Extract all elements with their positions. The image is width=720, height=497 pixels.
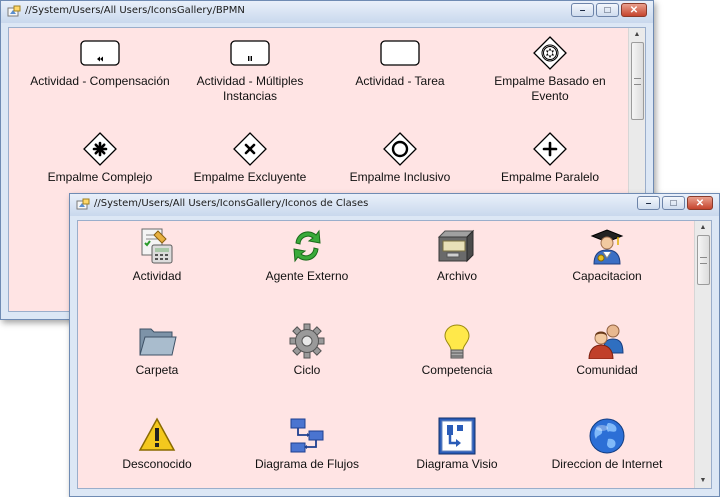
item-label: Actividad - Compensación (30, 74, 170, 88)
task-activity-icon (380, 40, 420, 66)
item-label: Empalme Inclusivo (349, 170, 451, 184)
folder-icon (139, 328, 177, 356)
activity-icon (141, 228, 173, 264)
inclusive-gateway-icon (383, 132, 417, 166)
item-label: Archivo (436, 269, 477, 283)
gallery-item[interactable]: Empalme Paralelo (475, 132, 625, 186)
item-label: Diagrama de Flujos (254, 457, 360, 471)
gallery-item[interactable]: Carpeta (82, 323, 232, 379)
gallery-item[interactable]: Diagrama Visio (382, 417, 532, 473)
minimize-button[interactable]: – (571, 3, 594, 17)
item-label: Ciclo (293, 363, 321, 377)
vertical-scrollbar[interactable]: ▲ ▼ (694, 221, 711, 488)
gallery-item[interactable]: Capacitacion (532, 227, 682, 285)
globe-icon (589, 418, 625, 454)
close-icon: ✕ (695, 197, 705, 209)
window-controls: – □ ✕ (637, 196, 713, 212)
competence-bulb-icon (444, 324, 470, 359)
gallery-item[interactable]: Actividad - Tarea (325, 40, 475, 110)
window-title: //System/Users/All Users/IconsGallery/BP… (25, 5, 245, 16)
window-app-icon (76, 198, 90, 210)
cycle-gear-icon (289, 323, 325, 359)
gallery-item[interactable]: Actividad - Múltiples Instancias (175, 40, 325, 110)
compensation-activity-icon (80, 40, 120, 66)
scroll-up-arrow-icon[interactable]: ▲ (695, 221, 711, 235)
gallery-item[interactable]: Competencia (382, 323, 532, 379)
item-label: Carpeta (135, 363, 179, 377)
external-agent-icon (293, 229, 321, 263)
gallery-item[interactable]: Direccion de Internet (532, 417, 682, 473)
title-bar[interactable]: //System/Users/All Users/IconsGallery/BP… (1, 1, 653, 23)
visio-diagram-icon (438, 417, 476, 455)
gallery-item[interactable]: Empalme Excluyente (175, 132, 325, 186)
close-button[interactable]: ✕ (687, 196, 713, 210)
gallery-item[interactable]: Actividad (82, 227, 232, 285)
gallery-item[interactable]: Empalme Inclusivo (325, 132, 475, 186)
icon-gallery-area: Actividad Agente Externo Archivo Capacit… (77, 220, 712, 489)
close-icon: ✕ (629, 4, 639, 16)
item-label: Actividad (132, 269, 182, 283)
minimize-button[interactable]: – (637, 196, 660, 210)
gallery-item[interactable]: Diagrama de Flujos (232, 417, 382, 473)
item-label: Actividad - Múltiples Instancias (196, 74, 304, 103)
item-label: Empalme Basado en Evento (494, 74, 606, 103)
gallery-item[interactable]: Empalme Complejo (25, 132, 175, 186)
parallel-gateway-icon (533, 132, 567, 166)
community-icon (588, 324, 624, 359)
minimize-icon: – (645, 197, 652, 209)
item-label: Agente Externo (265, 269, 349, 283)
item-label: Empalme Paralelo (500, 170, 600, 184)
event-based-gateway-icon (533, 36, 567, 70)
class-icons-gallery-window: //System/Users/All Users/IconsGallery/Ic… (69, 193, 720, 497)
warning-icon (138, 417, 176, 451)
gallery-item[interactable]: Empalme Basado en Evento (475, 36, 625, 110)
scroll-thumb[interactable] (631, 42, 644, 120)
complex-gateway-icon (83, 132, 117, 166)
exclusive-gateway-icon (233, 132, 267, 166)
window-controls: – □ ✕ (571, 3, 647, 19)
title-bar[interactable]: //System/Users/All Users/IconsGallery/Ic… (70, 194, 719, 216)
item-label: Capacitacion (572, 269, 642, 283)
archive-icon (437, 229, 475, 263)
gallery-item[interactable]: Desconocido (82, 417, 232, 473)
gallery-item[interactable]: Actividad - Compensación (25, 40, 175, 110)
item-label: Direccion de Internet (551, 457, 663, 471)
item-label: Diagrama Visio (416, 457, 498, 471)
gallery-item[interactable]: Comunidad (532, 323, 682, 379)
multi-instance-activity-icon (230, 40, 270, 66)
training-icon (590, 229, 624, 265)
maximize-icon: □ (670, 197, 677, 209)
item-label: Empalme Excluyente (193, 170, 307, 184)
flow-diagram-icon (290, 418, 324, 453)
item-label: Comunidad (576, 363, 638, 377)
scroll-down-arrow-icon[interactable]: ▼ (695, 474, 711, 488)
maximize-icon: □ (604, 4, 611, 16)
minimize-icon: – (579, 4, 586, 16)
item-label: Empalme Complejo (47, 170, 153, 184)
item-label: Actividad - Tarea (355, 74, 445, 88)
item-label: Desconocido (122, 457, 192, 471)
maximize-button[interactable]: □ (596, 3, 619, 17)
close-button[interactable]: ✕ (621, 3, 647, 17)
gallery-item[interactable]: Ciclo (232, 323, 382, 379)
window-title: //System/Users/All Users/IconsGallery/Ic… (94, 198, 369, 209)
scroll-up-arrow-icon[interactable]: ▲ (629, 28, 645, 42)
gallery-item[interactable]: Archivo (382, 227, 532, 285)
gallery-item[interactable]: Agente Externo (232, 227, 382, 285)
window-app-icon (7, 5, 21, 17)
scroll-thumb[interactable] (697, 235, 710, 285)
maximize-button[interactable]: □ (662, 196, 685, 210)
item-label: Competencia (421, 363, 493, 377)
